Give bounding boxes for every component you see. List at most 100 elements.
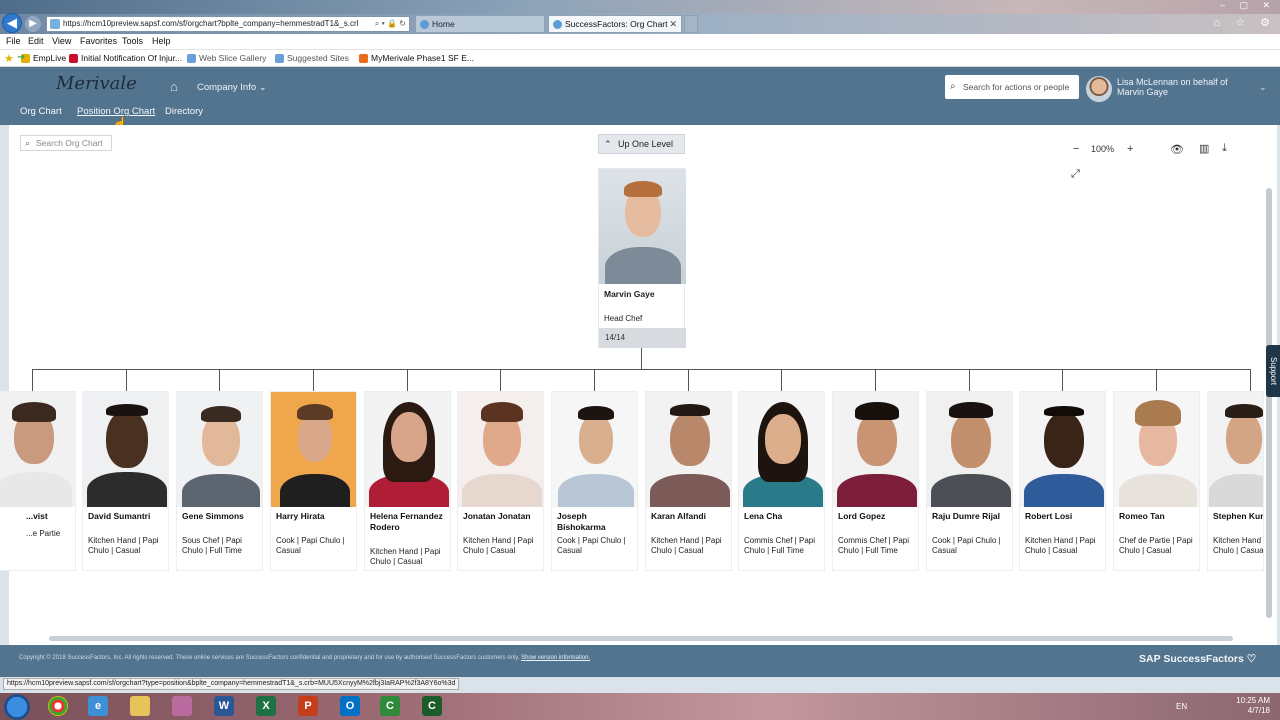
report-card[interactable]: Robert Losi Kitchen Hand | Papi Chulo | … [1019,391,1106,571]
menu-help[interactable]: Help [152,36,171,46]
camtasia-icon[interactable]: C [380,696,400,716]
profile-photo [833,392,918,507]
zoom-out-button[interactable]: − [1073,143,1079,155]
connector-line [32,369,33,391]
site-favicon-icon [50,19,60,29]
search-icon: ⌕ [25,138,31,148]
report-name: Karan Alfandi [651,511,706,521]
favorite-mymerivale[interactable]: MyMerivale Phase1 SF E... [359,53,474,63]
browser-toolbar-icons[interactable]: ⌂ ☆ ⚙ [1214,16,1276,29]
favorite-injury[interactable]: Initial Notification Of Injur... [69,53,182,63]
avatar[interactable] [1086,76,1112,102]
vertical-scrollbar[interactable] [1266,188,1272,618]
report-name: Stephen Kurniawan [1213,511,1264,521]
global-search-input[interactable]: ⌕ Search for actions or people [945,75,1079,99]
favorite-web-slice[interactable]: Web Slice Gallery [187,53,266,63]
report-card[interactable]: Stephen Kurniawan Kitchen Hand | Papi Ch… [1207,391,1264,571]
connector-line [969,369,970,391]
copyright-text: Copyright © 2018 SuccessFactors, Inc. Al… [19,655,590,661]
company-logo[interactable]: Merivale [56,73,137,94]
powerpoint-icon[interactable]: P [298,696,318,716]
favorite-suggested[interactable]: Suggested Sites [275,53,349,63]
report-title: Kitchen Hand | Papi Chulo | Casual [1025,536,1096,555]
favorites-star-icon[interactable]: ★ [4,52,14,65]
user-menu[interactable]: Lisa McLennan on behalf of Marvin Gaye [1117,77,1237,97]
subnav-directory[interactable]: Directory [165,106,203,117]
company-info-menu[interactable]: Company Info ⌄ [197,82,267,93]
clock-date: 4/7/18 [1247,706,1270,715]
address-bar-icons[interactable]: ⌕ ▾ 🔒 ↻ [375,17,406,31]
menu-edit[interactable]: Edit [28,36,44,46]
report-card[interactable]: Jonatan Jonatan Kitchen Hand | Papi Chul… [457,391,544,571]
report-name: Robert Losi [1025,511,1073,521]
tab-label: Home [432,19,455,29]
home-icon[interactable]: ⌂ [170,79,178,94]
favorite-emplive[interactable]: EmpLive [21,53,66,63]
connector-line [1062,369,1063,391]
download-icon[interactable]: ⤓ [1222,142,1227,155]
org-chart-search-input[interactable]: ⌕ Search Org Chart [20,135,112,151]
back-button[interactable]: ◀ [2,13,22,33]
browser-status-bar: https://hcm10preview.sapsf.com/sf/orgcha… [3,678,460,690]
report-card[interactable]: Lord Gopez Commis Chef | Papi Chulo | Fu… [832,391,919,571]
profile-photo [1020,392,1105,507]
report-card[interactable]: Helena Fernandez Rodero Kitchen Hand | P… [364,391,451,571]
internet-explorer-icon[interactable]: e [88,696,108,716]
address-bar[interactable]: https://hcm10preview.sapsf.com/sf/orgcha… [46,16,410,32]
report-title: Kitchen Hand | Papi Chulo | Casual [370,547,441,566]
tab-home[interactable]: Home [415,15,545,33]
menu-view[interactable]: View [52,36,71,46]
report-card[interactable]: ...vist ...e Partie [0,391,76,571]
menu-favorites[interactable]: Favorites [80,36,117,46]
report-card[interactable]: David Sumantri Kitchen Hand | Papi Chulo… [82,391,169,571]
up-one-level-button[interactable]: ⌃ Up One Level [598,134,685,154]
profile-photo [0,392,75,507]
report-card[interactable]: Joseph Bishokarma Cook | Papi Chulo | Ca… [551,391,638,571]
close-icon[interactable]: ✕ [669,16,677,32]
recorder-icon[interactable]: C [422,696,442,716]
version-info-link[interactable]: Show version information. [521,655,590,661]
report-name: Lena Cha [744,511,783,521]
head-position-card[interactable]: Marvin Gaye Head Chef 14/14 [598,168,686,348]
new-tab-button[interactable] [684,15,698,33]
head-title: Head Chef [604,314,643,323]
report-name: Gene Simmons [182,511,244,521]
window-controls[interactable]: – ▢ ✕ [1220,0,1276,11]
report-card[interactable]: Lena Cha Commis Chef | Papi Chulo | Full… [738,391,825,571]
language-indicator[interactable]: EN [1176,702,1187,711]
forward-button[interactable]: ▶ [25,16,41,32]
eye-icon[interactable]: 👁 [1170,143,1184,156]
subnav-org-chart[interactable]: Org Chart [20,106,62,117]
excel-icon[interactable]: X [256,696,276,716]
outlook-icon[interactable]: O [340,696,360,716]
connector-line [313,369,314,391]
report-card[interactable]: Karan Alfandi Kitchen Hand | Papi Chulo … [645,391,732,571]
word-icon[interactable]: W [214,696,234,716]
report-card[interactable]: Harry Hirata Cook | Papi Chulo | Casual [270,391,357,571]
report-card[interactable]: Raju Dumre Rijal Cook | Papi Chulo | Cas… [926,391,1013,571]
chart-icon[interactable]: ▥ [1199,142,1209,155]
connector-line [126,369,127,391]
menu-tools[interactable]: Tools [122,36,143,46]
add-favorite-icon[interactable]: ➜ [17,52,25,63]
menu-file[interactable]: File [6,36,21,46]
start-button[interactable] [4,694,30,720]
chevron-down-icon[interactable]: ⌄ [1259,82,1267,93]
horizontal-scrollbar[interactable] [49,636,1233,641]
fullscreen-icon[interactable]: ⤢ [1071,168,1080,181]
connector-line [875,369,876,391]
report-card[interactable]: Romeo Tan Chef de Partie | Papi Chulo | … [1113,391,1200,571]
direct-report-count[interactable]: 14/14 [599,328,686,348]
ie-favicon-icon [420,20,429,29]
report-card[interactable]: Gene Simmons Sous Chef | Papi Chulo | Fu… [176,391,263,571]
report-title: Cook | Papi Chulo | Casual [557,536,626,555]
support-tab[interactable]: Support [1266,345,1280,397]
tab-org-chart[interactable]: SuccessFactors: Org Chart ✕ [548,15,682,33]
folder-icon[interactable] [130,696,150,716]
system-clock[interactable]: 10:25 AM 4/7/18 [1230,696,1270,716]
app-icon[interactable] [172,696,192,716]
page-footer: Copyright © 2018 SuccessFactors, Inc. Al… [0,645,1280,677]
zoom-in-button[interactable]: + [1127,143,1133,155]
chrome-icon[interactable] [48,696,68,716]
windows-taskbar: e W X P O C C EN 10:25 AM 4/7/18 [0,693,1280,720]
